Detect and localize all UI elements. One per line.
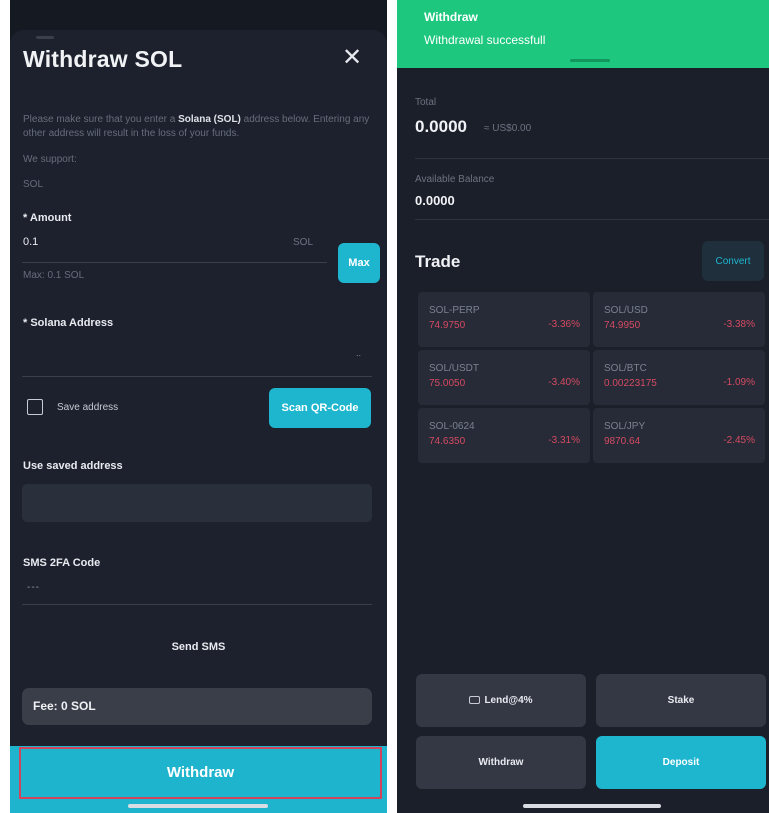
amount-label: * Amount: [23, 212, 72, 224]
market-change: -3.38%: [723, 319, 755, 330]
convert-button[interactable]: Convert: [702, 241, 764, 281]
market-price: 74.9950: [604, 320, 641, 331]
support-label: We support:: [23, 154, 77, 165]
market-price: 74.6350: [429, 436, 466, 447]
total-value: 0.0000: [415, 117, 467, 136]
success-toast[interactable]: Withdraw Withdrawal successfull: [397, 0, 769, 68]
withdraw-screen: Withdraw SOL ✕ Please make sure that you…: [10, 0, 387, 813]
support-value: SOL: [23, 179, 44, 190]
divider: [415, 158, 769, 159]
market-tile[interactable]: SOL/USD 74.9950 -3.38%: [593, 292, 765, 347]
address-dots: ..: [356, 348, 362, 358]
save-address-label: Save address: [57, 402, 119, 413]
market-tile[interactable]: SOL-PERP 74.9750 -3.36%: [418, 292, 590, 347]
max-hint: Max: 0.1 SOL: [23, 270, 85, 281]
toast-grab-handle: [570, 59, 610, 62]
available-label: Available Balance: [415, 174, 495, 185]
stake-button[interactable]: Stake: [596, 674, 766, 727]
deposit-button[interactable]: Deposit: [596, 736, 766, 789]
saved-address-label: Use saved address: [23, 460, 123, 472]
page-title: Withdraw SOL: [23, 46, 183, 72]
market-name: SOL/BTC: [604, 363, 647, 374]
market-name: SOL-PERP: [429, 305, 480, 316]
address-label: * Solana Address: [23, 317, 114, 329]
address-input[interactable]: [22, 335, 372, 375]
toast-title: Withdraw: [424, 10, 478, 24]
warning-prefix: Please make sure that you enter a: [23, 114, 179, 125]
market-price: 74.9750: [429, 320, 466, 331]
market-tile[interactable]: SOL-0624 74.6350 -3.31%: [418, 408, 590, 463]
market-name: SOL/USDT: [429, 363, 480, 374]
fee-display: Fee: 0 SOL: [22, 688, 372, 725]
lend-label: Lend@4%: [484, 695, 533, 706]
available-value: 0.0000: [415, 193, 455, 208]
market-change: -3.36%: [548, 319, 580, 330]
lend-button[interactable]: Lend@4%: [416, 674, 586, 727]
withdraw-button[interactable]: Withdraw: [19, 747, 382, 799]
total-label: Total: [415, 97, 437, 108]
sms-code-input[interactable]: ---: [27, 582, 40, 593]
market-tile[interactable]: SOL/USDT 75.0050 -3.40%: [418, 350, 590, 405]
lend-icon: [469, 696, 481, 704]
market-tile[interactable]: SOL/JPY 9870.64 -2.45%: [593, 408, 765, 463]
sheet-handle[interactable]: [36, 36, 54, 39]
amount-input[interactable]: 0.1: [23, 236, 38, 248]
total-usd: ≈ US$0.00: [484, 123, 532, 134]
saved-address-select[interactable]: [22, 484, 372, 522]
market-change: -2.45%: [723, 435, 755, 446]
send-sms-button[interactable]: Send SMS: [10, 641, 387, 653]
max-button[interactable]: Max: [338, 243, 380, 283]
home-indicator: [128, 804, 268, 808]
sms-underline: [22, 604, 372, 605]
address-warning: Please make sure that you enter a Solana…: [23, 113, 373, 141]
market-name: SOL/JPY: [604, 421, 646, 432]
market-change: -3.31%: [548, 435, 580, 446]
wallet-screen: Withdraw Withdrawal successfull Total 0.…: [397, 0, 769, 813]
address-underline: [22, 376, 372, 377]
sms-code-label: SMS 2FA Code: [23, 557, 101, 569]
market-name: SOL-0624: [429, 421, 475, 432]
divider: [415, 219, 769, 220]
market-change: -1.09%: [723, 377, 755, 388]
withdraw-button[interactable]: Withdraw: [416, 736, 586, 789]
warning-network: Solana (SOL): [178, 114, 241, 125]
close-icon[interactable]: ✕: [338, 44, 366, 72]
status-bar: [10, 0, 387, 34]
toast-message: Withdrawal successfull: [424, 33, 546, 47]
scan-qr-button[interactable]: Scan QR-Code: [269, 388, 371, 428]
save-address-checkbox[interactable]: [27, 399, 43, 415]
amount-unit: SOL: [293, 237, 314, 248]
market-name: SOL/USD: [604, 305, 648, 316]
amount-underline: [22, 262, 327, 263]
market-change: -3.40%: [548, 377, 580, 388]
market-price: 0.00223175: [604, 378, 657, 389]
home-indicator: [523, 804, 661, 808]
market-tile[interactable]: SOL/BTC 0.00223175 -1.09%: [593, 350, 765, 405]
market-price: 9870.64: [604, 436, 641, 447]
trade-title: Trade: [415, 252, 461, 271]
market-price: 75.0050: [429, 378, 466, 389]
